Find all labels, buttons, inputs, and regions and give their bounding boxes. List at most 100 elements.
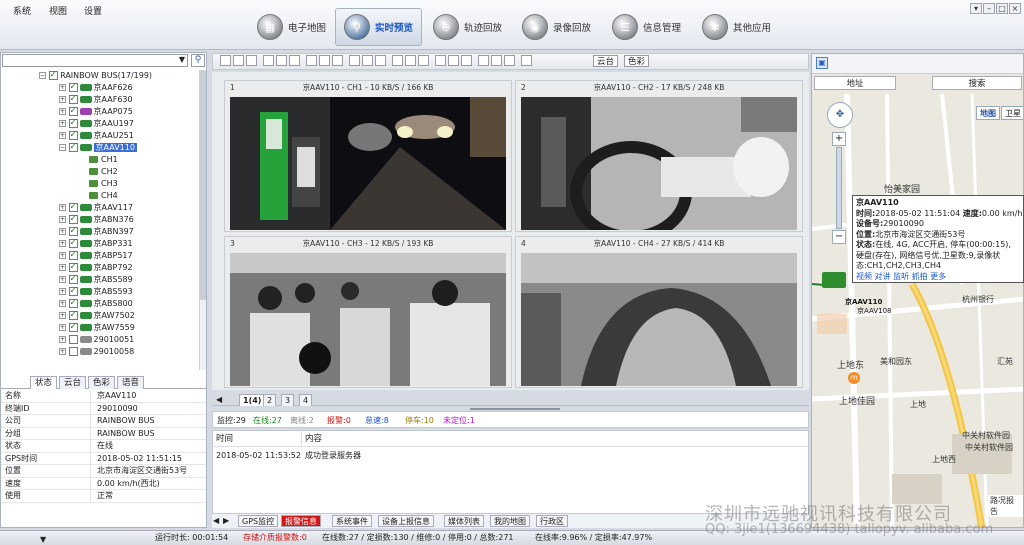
nav-track-playback[interactable]: ⊕ 轨迹回放 bbox=[424, 8, 511, 46]
zoom-in-button[interactable]: + bbox=[832, 132, 846, 146]
nav-info-management[interactable]: ☰ 信息管理 bbox=[603, 8, 690, 46]
zoom-out-icon[interactable] bbox=[332, 55, 343, 66]
tab-admin-region[interactable]: 行政区 bbox=[536, 515, 568, 527]
volume-icon[interactable] bbox=[392, 55, 403, 66]
tree-scrollbar[interactable] bbox=[199, 70, 206, 370]
layout-1-icon[interactable] bbox=[220, 55, 231, 66]
tree-vehicle[interactable]: + 京AW7502 bbox=[1, 309, 197, 322]
expand-icon[interactable]: + bbox=[59, 252, 66, 259]
layout-8-icon[interactable] bbox=[276, 55, 287, 66]
ptz-button[interactable]: 云台 bbox=[593, 55, 619, 67]
tabs-left-arrow-icon[interactable]: ◀ bbox=[213, 516, 219, 525]
tree-vehicle[interactable]: + 29010058 bbox=[1, 346, 197, 358]
close-button[interactable]: × bbox=[1009, 3, 1021, 14]
vehicle-search-input[interactable]: ▼ bbox=[2, 54, 188, 67]
tree-vehicle[interactable]: + 京AW7559 bbox=[1, 321, 197, 334]
settings-icon[interactable] bbox=[461, 55, 472, 66]
tab-media-list[interactable]: 媒体列表 bbox=[444, 515, 484, 527]
tab-color[interactable]: 色彩 bbox=[88, 376, 116, 389]
menu-system[interactable]: 系统 bbox=[13, 4, 31, 17]
tree-vehicle[interactable]: + 京ABS800 bbox=[1, 297, 197, 310]
vehicle-checkbox[interactable] bbox=[68, 213, 78, 225]
tree-vehicle[interactable]: + 29010051 bbox=[1, 334, 197, 346]
tree-vehicle[interactable]: + 京AAU197 bbox=[1, 117, 197, 130]
vehicle-checkbox[interactable] bbox=[68, 261, 78, 273]
tree-vehicle[interactable]: + 京ABP792 bbox=[1, 261, 197, 274]
vehicle-checkbox[interactable] bbox=[68, 285, 78, 297]
tree-vehicle[interactable]: + 京AAP075 bbox=[1, 105, 197, 118]
tree-channel-ch4[interactable]: CH4 bbox=[1, 190, 197, 202]
vehicle-checkbox[interactable] bbox=[68, 249, 78, 261]
tab-gps-monitor[interactable]: GPS监控 bbox=[238, 515, 279, 527]
search-icon[interactable]: ⚲ bbox=[191, 54, 205, 67]
intercom-icon[interactable] bbox=[405, 55, 416, 66]
tab-video-page-1[interactable]: 1(4) bbox=[239, 394, 266, 406]
tree-root[interactable]: − RAINBOW BUS(17/199) bbox=[1, 70, 197, 82]
layout-16-icon[interactable] bbox=[306, 55, 317, 66]
pan-control-icon[interactable]: ✥ bbox=[827, 102, 853, 128]
capture-icon[interactable] bbox=[448, 55, 459, 66]
snapshot-icon[interactable] bbox=[375, 55, 386, 66]
map-panel[interactable]: ▣ 地址 搜索 ✥ + − 地图 卫星 怡美家园 上地东 上地佳园 杭州银行 美… bbox=[811, 53, 1024, 528]
layout-9-icon[interactable] bbox=[289, 55, 300, 66]
expand-icon[interactable]: + bbox=[59, 336, 66, 343]
vehicle-checkbox[interactable] bbox=[68, 273, 78, 285]
zoom-out-button[interactable]: − bbox=[832, 230, 846, 244]
nav-other-apps[interactable]: ✱ 其他应用 bbox=[693, 8, 780, 46]
vehicle-checkbox[interactable] bbox=[68, 237, 78, 249]
collapse-icon[interactable]: − bbox=[59, 144, 66, 151]
expand-icon[interactable]: + bbox=[59, 228, 66, 235]
layout-2-icon[interactable] bbox=[233, 55, 244, 66]
vehicle-checkbox[interactable] bbox=[68, 347, 78, 356]
tab-video-page-4[interactable]: 4 bbox=[299, 394, 313, 406]
tab-status[interactable]: 状态 bbox=[30, 376, 58, 389]
expand-icon[interactable]: + bbox=[59, 288, 66, 295]
menu-settings[interactable]: 设置 bbox=[84, 4, 102, 17]
tab-system-events[interactable]: 系统事件 bbox=[332, 515, 372, 527]
nav-live-preview[interactable]: ⚲ 实时预览 bbox=[335, 8, 423, 46]
layout-6-icon[interactable] bbox=[263, 55, 274, 66]
tree-vehicle[interactable]: + 京AAU251 bbox=[1, 129, 197, 142]
tree-vehicle[interactable]: + 京ABP331 bbox=[1, 237, 197, 250]
map-search-button[interactable]: 搜索 bbox=[932, 76, 1022, 90]
play-icon[interactable] bbox=[418, 55, 429, 66]
vehicle-checkbox[interactable] bbox=[68, 321, 78, 333]
expand-icon[interactable]: + bbox=[59, 240, 66, 247]
address-button[interactable]: 地址 bbox=[814, 76, 896, 90]
expand-icon[interactable]: + bbox=[59, 84, 66, 91]
log-row[interactable]: 2018-05-02 11:53:52 成功登录服务器 bbox=[213, 449, 808, 462]
vehicle-checkbox[interactable] bbox=[68, 141, 78, 153]
expand-icon[interactable]: + bbox=[59, 348, 66, 355]
video-panel-3[interactable]: 3 京AAV110 - CH3 - 12 KB/S / 193 KB bbox=[224, 236, 512, 388]
popup-listen-link[interactable]: 监听 bbox=[893, 272, 909, 281]
popup-more-link[interactable]: 更多 bbox=[930, 272, 946, 281]
splitter-handle[interactable] bbox=[470, 408, 560, 410]
tab-device-reports[interactable]: 设备上报信息 bbox=[378, 515, 434, 527]
menu-view[interactable]: 视图 bbox=[49, 4, 67, 17]
tab-video-page-3[interactable]: 3 bbox=[281, 394, 295, 406]
save-icon[interactable]: ▣ bbox=[816, 57, 828, 69]
vehicle-checkbox[interactable] bbox=[68, 309, 78, 321]
tree-vehicle[interactable]: + 京ABP517 bbox=[1, 249, 197, 262]
fullscreen-icon[interactable] bbox=[349, 55, 360, 66]
traffic-report-link[interactable]: 路况报告 bbox=[988, 495, 1023, 517]
tree-vehicle[interactable]: + 京ABS589 bbox=[1, 273, 197, 286]
map-type-button[interactable]: 地图 bbox=[976, 106, 1000, 120]
tab-my-map[interactable]: 我的地图 bbox=[490, 515, 530, 527]
help-button[interactable]: ▾ bbox=[970, 3, 982, 14]
nav-electronic-map[interactable]: ▦ 电子地图 bbox=[248, 8, 335, 46]
expand-icon[interactable]: + bbox=[59, 264, 66, 271]
menu-icon[interactable] bbox=[478, 55, 489, 66]
popup-talk-link[interactable]: 对讲 bbox=[875, 272, 891, 281]
tree-vehicle[interactable]: + 京ABN376 bbox=[1, 213, 197, 226]
root-checkbox[interactable] bbox=[48, 70, 58, 81]
vehicle-checkbox[interactable] bbox=[68, 105, 78, 117]
chevron-down-icon[interactable]: ▼ bbox=[179, 55, 185, 64]
tree-channel-ch2[interactable]: CH2 bbox=[1, 166, 197, 178]
zoom-in-icon[interactable] bbox=[319, 55, 330, 66]
popup-video-link[interactable]: 视频 bbox=[856, 272, 872, 281]
tabs-right-arrow-icon[interactable]: ▶ bbox=[223, 516, 229, 525]
vehicle-checkbox[interactable] bbox=[68, 201, 78, 213]
expand-icon[interactable]: + bbox=[59, 312, 66, 319]
tree-vehicle[interactable]: + 京ABN397 bbox=[1, 225, 197, 238]
